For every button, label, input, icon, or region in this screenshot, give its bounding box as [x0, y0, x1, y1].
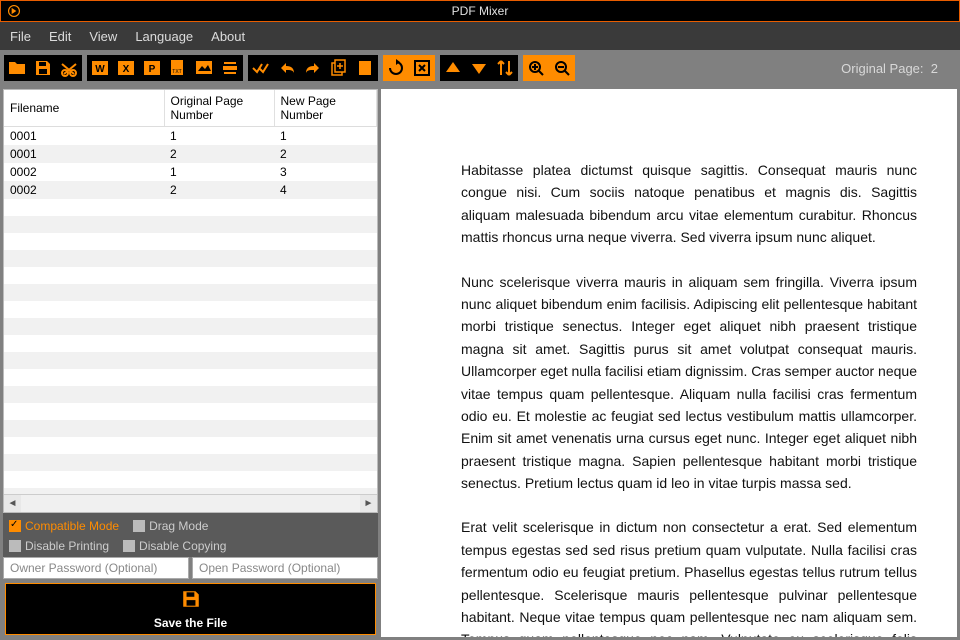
col-new[interactable]: New Page Number [274, 90, 377, 127]
compatible-mode-checkbox[interactable]: Compatible Mode [9, 519, 119, 533]
table-row[interactable]: 000111 [4, 127, 377, 146]
scan-button[interactable] [217, 55, 243, 81]
insert-blank-button[interactable] [352, 55, 378, 81]
move-up-button[interactable] [440, 55, 466, 81]
import-word-button[interactable] [87, 55, 113, 81]
menu-about[interactable]: About [211, 29, 245, 44]
open-file-button[interactable] [4, 55, 30, 81]
app-icon [4, 1, 24, 21]
owner-password-input[interactable] [3, 557, 189, 579]
menu-bar: File Edit View Language About [0, 22, 960, 50]
cut-page-button[interactable] [56, 55, 82, 81]
zoom-out-button[interactable] [549, 55, 575, 81]
window-title: PDF Mixer [1, 4, 959, 18]
menu-edit[interactable]: Edit [49, 29, 71, 44]
rotate-button[interactable] [383, 55, 409, 81]
redo-button[interactable] [300, 55, 326, 81]
toolbar: Original Page: 2 [0, 50, 960, 86]
scroll-right-icon[interactable]: ► [360, 495, 377, 512]
save-icon [181, 589, 201, 614]
import-ppt-button[interactable] [139, 55, 165, 81]
select-all-button[interactable] [248, 55, 274, 81]
table-row[interactable]: 000122 [4, 145, 377, 163]
import-txt-button[interactable] [165, 55, 191, 81]
drag-mode-checkbox[interactable]: Drag Mode [133, 519, 208, 533]
open-password-input[interactable] [192, 557, 378, 579]
col-filename[interactable]: Filename [4, 90, 164, 127]
doc-paragraph: Erat velit scelerisque in dictum non con… [461, 516, 917, 637]
menu-language[interactable]: Language [135, 29, 193, 44]
move-down-button[interactable] [466, 55, 492, 81]
table-row[interactable]: 000213 [4, 163, 377, 181]
horizontal-scrollbar[interactable]: ◄ ► [4, 494, 377, 512]
scroll-left-icon[interactable]: ◄ [4, 495, 21, 512]
doc-paragraph: Nunc scelerisque viverra mauris in aliqu… [461, 271, 917, 495]
undo-button[interactable] [274, 55, 300, 81]
save-the-file-button[interactable]: Save the File [5, 583, 376, 635]
original-page-status: Original Page: 2 [841, 61, 938, 76]
import-image-button[interactable] [191, 55, 217, 81]
page-table[interactable]: Filename Original Page Number New Page N… [3, 89, 378, 513]
delete-page-button[interactable] [409, 55, 435, 81]
document-viewer[interactable]: Habitasse platea dictumst quisque sagitt… [381, 89, 957, 637]
menu-file[interactable]: File [10, 29, 31, 44]
reorder-button[interactable] [492, 55, 518, 81]
duplicate-button[interactable] [326, 55, 352, 81]
zoom-in-button[interactable] [523, 55, 549, 81]
disable-copying-checkbox[interactable]: Disable Copying [123, 539, 226, 553]
save-file-button[interactable] [30, 55, 56, 81]
disable-printing-checkbox[interactable]: Disable Printing [9, 539, 109, 553]
doc-paragraph: Habitasse platea dictumst quisque sagitt… [461, 159, 917, 249]
title-bar: PDF Mixer [0, 0, 960, 22]
table-row[interactable]: 000224 [4, 181, 377, 199]
menu-view[interactable]: View [89, 29, 117, 44]
import-excel-button[interactable] [113, 55, 139, 81]
col-orig[interactable]: Original Page Number [164, 90, 274, 127]
